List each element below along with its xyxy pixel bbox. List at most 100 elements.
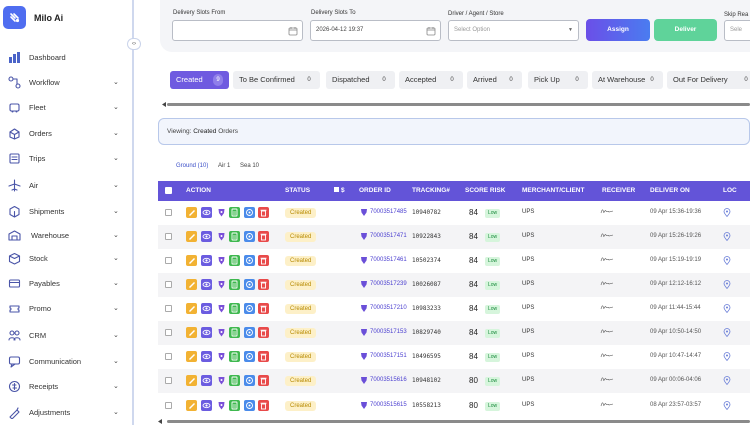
ai-shield-icon[interactable]	[216, 351, 227, 362]
ai-shield-icon[interactable]	[216, 231, 227, 242]
header-score-risk[interactable]: SCORE RISK	[465, 187, 505, 194]
view-icon[interactable]	[201, 351, 212, 362]
sidebar-item-workflow[interactable]: Workflow ⌄	[0, 72, 130, 92]
view-icon[interactable]	[201, 207, 212, 218]
assign-icon[interactable]	[244, 231, 255, 242]
ai-shield-icon[interactable]	[216, 303, 227, 314]
delete-icon[interactable]	[258, 279, 269, 290]
assign-icon[interactable]	[244, 303, 255, 314]
row-checkbox[interactable]	[165, 257, 172, 264]
document-icon[interactable]	[229, 279, 240, 290]
assign-icon[interactable]	[244, 400, 255, 411]
order-id-link[interactable]: 70003517151	[370, 353, 407, 359]
order-id-link[interactable]: 70003515615	[370, 402, 407, 408]
ai-shield-icon[interactable]	[216, 207, 227, 218]
tab-out-for-delivery[interactable]: Out For Delivery 0	[667, 71, 750, 89]
header-merchant[interactable]: MERCHANT/CLIENT	[522, 187, 584, 194]
edit-icon[interactable]	[186, 303, 197, 314]
location-pin-icon[interactable]	[723, 328, 731, 337]
location-pin-icon[interactable]	[723, 208, 731, 217]
view-icon[interactable]	[201, 279, 212, 290]
document-icon[interactable]	[229, 351, 240, 362]
sidebar-item-fleet[interactable]: Fleet ⌄	[0, 97, 130, 117]
tab-pick-up[interactable]: Pick Up 0	[528, 71, 588, 89]
deliver-button[interactable]: Deliver	[654, 19, 717, 41]
sidebar-item-shipments[interactable]: Shipments ⌄	[0, 201, 130, 221]
header-receiver[interactable]: RECEIVER	[602, 187, 635, 194]
header-order-id[interactable]: ORDER ID	[359, 187, 391, 194]
ai-shield-icon[interactable]	[216, 279, 227, 290]
skip-reason-select[interactable]: Sele	[724, 20, 750, 41]
sidebar-item-stock[interactable]: Stock ⌄	[0, 248, 130, 268]
order-id-link[interactable]: 70003517239	[370, 281, 407, 287]
location-pin-icon[interactable]	[723, 304, 731, 313]
header-tracking[interactable]: TRACKING#	[412, 187, 450, 194]
mode-tab-sea[interactable]: Sea 10	[240, 163, 259, 169]
edit-icon[interactable]	[186, 351, 197, 362]
tab-arrived[interactable]: Arrived 0	[467, 71, 522, 89]
ai-shield-icon[interactable]	[216, 375, 227, 386]
tab-to-be-confirmed[interactable]: To Be Confirmed 0	[233, 71, 320, 89]
delete-icon[interactable]	[258, 303, 269, 314]
row-checkbox[interactable]	[165, 209, 172, 216]
sidebar-item-communication[interactable]: Communication ⌄	[0, 351, 130, 371]
delete-icon[interactable]	[258, 231, 269, 242]
edit-icon[interactable]	[186, 207, 197, 218]
order-id-link[interactable]: 70003517210	[370, 305, 407, 311]
view-icon[interactable]	[201, 303, 212, 314]
table-row[interactable]: Created 70003517239 10026087 84 Low UPS 09 Apr…	[158, 273, 750, 297]
delete-icon[interactable]	[258, 327, 269, 338]
order-id-link[interactable]: 70003517485	[370, 209, 407, 215]
row-checkbox[interactable]	[165, 281, 172, 288]
row-checkbox[interactable]	[165, 305, 172, 312]
driver-select[interactable]: Select Option ▼	[448, 20, 579, 41]
mode-tab-air[interactable]: Air 1	[218, 163, 230, 169]
calendar-icon[interactable]	[288, 26, 298, 36]
horizontal-scrollbar-bottom[interactable]	[158, 418, 750, 425]
document-icon[interactable]	[229, 400, 240, 411]
view-icon[interactable]	[201, 375, 212, 386]
location-pin-icon[interactable]	[723, 352, 731, 361]
sidebar-item-payables[interactable]: Payables ⌄	[0, 273, 130, 293]
header-status[interactable]: STATUS	[285, 187, 310, 194]
edit-icon[interactable]	[186, 400, 197, 411]
view-icon[interactable]	[201, 231, 212, 242]
tab-created[interactable]: Created 9	[170, 71, 229, 89]
assign-icon[interactable]	[244, 327, 255, 338]
delete-icon[interactable]	[258, 207, 269, 218]
app-logo[interactable]	[3, 6, 26, 29]
assign-icon[interactable]	[244, 255, 255, 266]
delete-icon[interactable]	[258, 375, 269, 386]
document-icon[interactable]	[229, 303, 240, 314]
order-id-link[interactable]: 70003517153	[370, 329, 407, 335]
table-row[interactable]: Created 70003517210 10983233 84 Low UPS 09 Apr…	[158, 297, 750, 321]
location-pin-icon[interactable]	[723, 232, 731, 241]
assign-icon[interactable]	[244, 375, 255, 386]
document-icon[interactable]	[229, 255, 240, 266]
edit-icon[interactable]	[186, 279, 197, 290]
sidebar-item-crm[interactable]: CRM ⌄	[0, 325, 130, 345]
row-checkbox[interactable]	[165, 233, 172, 240]
location-pin-icon[interactable]	[723, 401, 731, 410]
ai-shield-icon[interactable]	[216, 400, 227, 411]
table-row[interactable]: Created 70003517151 10496595 84 Low UPS 09 Apr…	[158, 345, 750, 369]
location-pin-icon[interactable]	[723, 280, 731, 289]
sidebar-item-orders[interactable]: Orders ⌄	[0, 123, 130, 143]
ai-shield-icon[interactable]	[216, 255, 227, 266]
table-row[interactable]: Created 70003517461 10502374 84 Low UPS 09 Apr…	[158, 249, 750, 273]
edit-icon[interactable]	[186, 255, 197, 266]
sidebar-item-promo[interactable]: Promo ⌄	[0, 298, 130, 318]
row-checkbox[interactable]	[165, 329, 172, 336]
edit-icon[interactable]	[186, 375, 197, 386]
order-id-link[interactable]: 70003515616	[370, 377, 407, 383]
order-id-link[interactable]: 70003517461	[370, 257, 407, 263]
view-icon[interactable]	[201, 400, 212, 411]
sidebar-item-receipts[interactable]: Receipts ⌄	[0, 376, 130, 396]
sidebar-item-warehouse[interactable]: Warehouse ⌄	[0, 225, 130, 245]
tab-at-warehouse[interactable]: At Warehouse 0	[592, 71, 663, 89]
row-checkbox[interactable]	[165, 402, 172, 409]
sidebar-item-adjustments[interactable]: Adjustments ⌄	[0, 402, 130, 422]
view-icon[interactable]	[201, 255, 212, 266]
sidebar-item-air[interactable]: Air ⌄	[0, 175, 130, 195]
view-icon[interactable]	[201, 327, 212, 338]
